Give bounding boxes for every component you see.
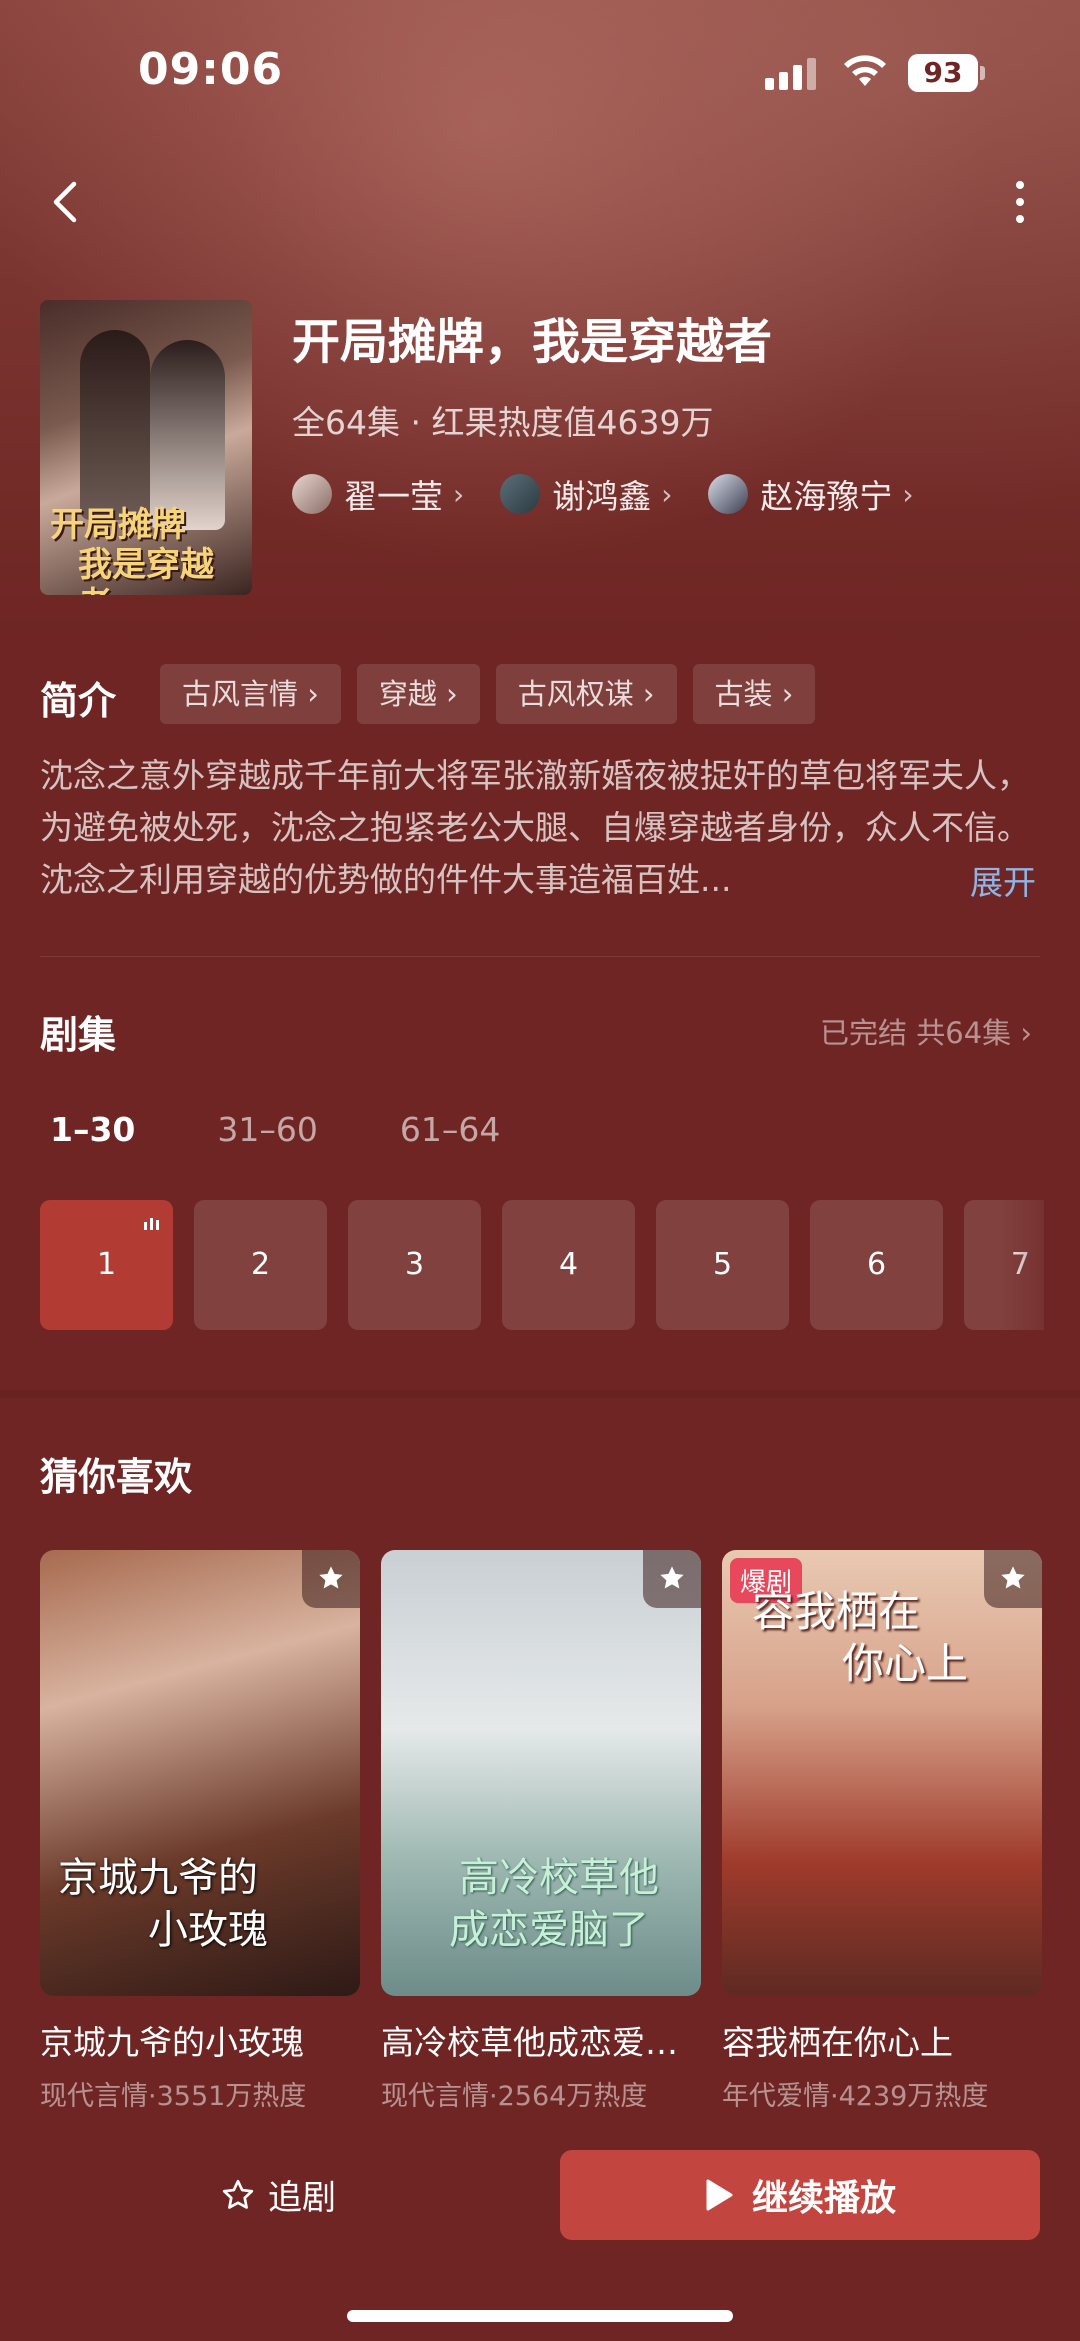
avatar — [500, 474, 541, 514]
episode-button[interactable]: 5 — [656, 1200, 789, 1330]
cast-member[interactable]: 谢鸿鑫 › — [500, 470, 672, 518]
intro-label: 简介 — [40, 679, 117, 723]
back-arrow-icon[interactable] — [40, 172, 90, 232]
scroll-fade — [1000, 1200, 1080, 1330]
episode-button[interactable]: 2 — [194, 1200, 327, 1330]
favorite-star-icon[interactable] — [984, 1550, 1042, 1608]
poster-title: 开局摊牌 我是穿越者 — [50, 505, 214, 595]
star-outline-icon — [222, 2179, 254, 2209]
range-tab[interactable]: 1–30 — [50, 1110, 135, 1149]
recommend-title: 猜你喜欢 — [40, 1455, 193, 1499]
range-tab[interactable]: 61–64 — [400, 1110, 500, 1149]
chevron-right-icon: › — [902, 477, 914, 511]
recommend-cover[interactable]: 爆剧 容我栖在 你心上 — [722, 1550, 1042, 1996]
genre-tag[interactable]: 穿越 › — [356, 664, 480, 724]
recommend-cover[interactable]: 高冷校草他 成恋爱脑了 — [381, 1550, 701, 1996]
recommend-meta: 年代爱情·4239万热度 — [722, 2081, 989, 2112]
divider — [40, 956, 1040, 957]
episode-button[interactable]: 1 — [40, 1200, 173, 1330]
now-playing-icon — [144, 1218, 159, 1230]
genre-tag[interactable]: 古风言情 › — [160, 664, 341, 724]
chevron-right-icon: › — [661, 477, 673, 511]
show-meta: 全64集 · 红果热度值4639万 — [292, 403, 714, 442]
episode-button[interactable]: 3 — [348, 1200, 481, 1330]
cast-list: 翟一莹 › 谢鸿鑫 › 赵海豫宁 › — [292, 470, 914, 518]
cover-title-art: 高冷校草他 成恋爱脑了 — [449, 1855, 659, 1953]
follow-button[interactable]: 追剧 — [220, 2170, 336, 2219]
expand-link[interactable]: 展开 — [970, 856, 1036, 904]
cast-member[interactable]: 赵海豫宁 › — [708, 470, 914, 518]
recommend-list: 京城九爷的 小玫瑰 京城九爷的小玫瑰 现代言情·3551万热度 高冷校草他 成恋… — [40, 1550, 1042, 2113]
recommend-card[interactable]: 京城九爷的 小玫瑰 京城九爷的小玫瑰 现代言情·3551万热度 — [40, 1550, 360, 2113]
episode-button[interactable]: 6 — [810, 1200, 943, 1330]
recommend-cover[interactable]: 京城九爷的 小玫瑰 — [40, 1550, 360, 1996]
poster-figure — [80, 330, 150, 520]
wifi-icon — [844, 55, 886, 86]
show-description: 沈念之意外穿越成千年前大将军张澈新婚夜被捉奸的草包将军夫人，为避免被处死，沈念之… — [40, 756, 1030, 899]
episodes-status[interactable]: 已完结 共64集 › — [820, 1010, 1032, 1052]
genre-tags: 古风言情 › 穿越 › 古风权谋 › 古装 › — [160, 664, 816, 724]
status-bar: 09:06 93 — [0, 0, 1080, 140]
recommend-meta: 现代言情·3551万热度 — [40, 2081, 307, 2112]
recommend-name[interactable]: 京城九爷的小玫瑰 — [40, 2016, 360, 2064]
recommend-card[interactable]: 爆剧 容我栖在 你心上 容我栖在你心上 年代爱情·4239万热度 — [722, 1550, 1042, 2113]
episodes-title: 剧集 — [40, 1013, 117, 1057]
play-icon — [706, 2179, 733, 2211]
avatar — [292, 474, 332, 514]
chevron-right-icon: › — [453, 477, 465, 511]
battery-tip — [980, 66, 985, 80]
recommend-name[interactable]: 高冷校草他成恋爱脑了 — [381, 2016, 701, 2064]
show-title: 开局摊牌，我是穿越者 — [292, 314, 773, 370]
recommend-meta: 现代言情·2564万热度 — [381, 2081, 648, 2112]
genre-tag[interactable]: 古风权谋 › — [495, 664, 677, 724]
more-options-icon[interactable] — [1005, 172, 1035, 232]
continue-play-button[interactable]: 继续播放 — [560, 2150, 1040, 2240]
avatar — [708, 474, 749, 514]
poster-figure — [150, 340, 225, 530]
cast-member[interactable]: 翟一莹 › — [292, 470, 464, 518]
home-indicator — [347, 2310, 733, 2322]
episode-range-tabs: 1–30 31–60 61–64 — [50, 1110, 582, 1149]
episode-button[interactable]: 4 — [502, 1200, 635, 1330]
section-separator — [0, 1390, 1080, 1398]
cellular-signal-icon — [765, 58, 817, 90]
range-tab[interactable]: 31–60 — [217, 1110, 317, 1149]
recommend-name[interactable]: 容我栖在你心上 — [722, 2016, 1042, 2064]
favorite-star-icon[interactable] — [643, 1550, 701, 1608]
favorite-star-icon[interactable] — [302, 1550, 360, 1608]
genre-tag[interactable]: 古装 › — [692, 664, 816, 724]
cover-title-art: 京城九爷的 小玫瑰 — [58, 1855, 268, 1953]
episode-list: 1 2 3 4 5 6 7 — [40, 1200, 1044, 1330]
recommend-card[interactable]: 高冷校草他 成恋爱脑了 高冷校草他成恋爱脑了 现代言情·2564万热度 — [381, 1550, 701, 2113]
status-time: 09:06 — [138, 44, 284, 95]
show-poster[interactable]: 开局摊牌 我是穿越者 — [40, 300, 252, 595]
cover-title-art: 容我栖在 你心上 — [752, 1587, 969, 1688]
battery-indicator: 93 — [908, 54, 978, 92]
